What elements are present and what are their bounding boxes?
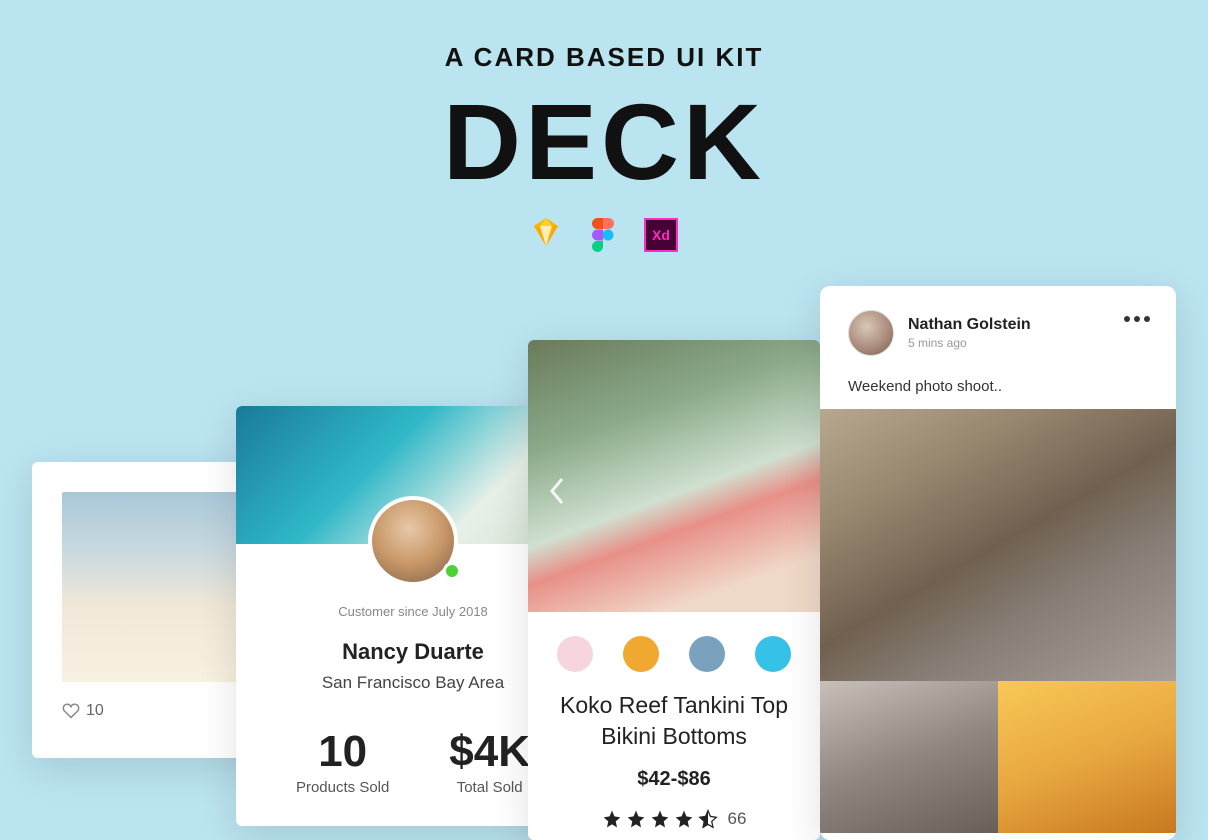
like-row[interactable]: 10 xyxy=(62,702,262,720)
post-time: 5 mins ago xyxy=(908,336,1031,350)
stat-total-sold: $4K Total Sold xyxy=(449,727,530,796)
product-rating: 66 xyxy=(528,809,820,829)
color-swatch-blue[interactable] xyxy=(689,636,725,672)
star-half-icon xyxy=(698,809,718,829)
more-icon[interactable] xyxy=(1124,316,1150,322)
star-icon xyxy=(674,809,694,829)
social-post-card[interactable]: Nathan Golstein 5 mins ago Weekend photo… xyxy=(820,286,1176,840)
star-icon xyxy=(602,809,622,829)
product-card[interactable]: Koko Reef Tankini Top Bikini Bottoms $42… xyxy=(528,340,820,840)
like-count: 10 xyxy=(86,702,104,720)
heart-icon xyxy=(62,703,80,719)
chevron-left-icon[interactable] xyxy=(548,476,566,506)
stat-label: Total Sold xyxy=(449,779,530,796)
stat-label: Products Sold xyxy=(296,779,389,796)
stat-value: $4K xyxy=(449,727,530,777)
stat-value: 10 xyxy=(296,727,389,777)
star-icon xyxy=(626,809,646,829)
color-swatches xyxy=(528,636,820,672)
review-count: 66 xyxy=(728,809,747,829)
stat-products-sold: 10 Products Sold xyxy=(296,727,389,796)
post-author-name: Nathan Golstein xyxy=(908,316,1031,334)
post-photo-3[interactable] xyxy=(998,681,1176,833)
color-swatch-cyan[interactable] xyxy=(755,636,791,672)
color-swatch-pink[interactable] xyxy=(557,636,593,672)
photo-card-image xyxy=(62,492,260,682)
star-icon xyxy=(650,809,670,829)
post-author-avatar[interactable] xyxy=(848,310,894,356)
online-status-indicator xyxy=(443,562,461,580)
post-photo-2[interactable] xyxy=(820,681,998,833)
product-hero-image xyxy=(528,340,820,612)
product-name: Koko Reef Tankini Top Bikini Bottoms xyxy=(528,690,820,752)
post-caption: Weekend photo shoot.. xyxy=(820,370,1176,409)
color-swatch-orange[interactable] xyxy=(623,636,659,672)
product-price: $42-$86 xyxy=(528,768,820,791)
post-photo-1[interactable] xyxy=(820,409,1176,681)
